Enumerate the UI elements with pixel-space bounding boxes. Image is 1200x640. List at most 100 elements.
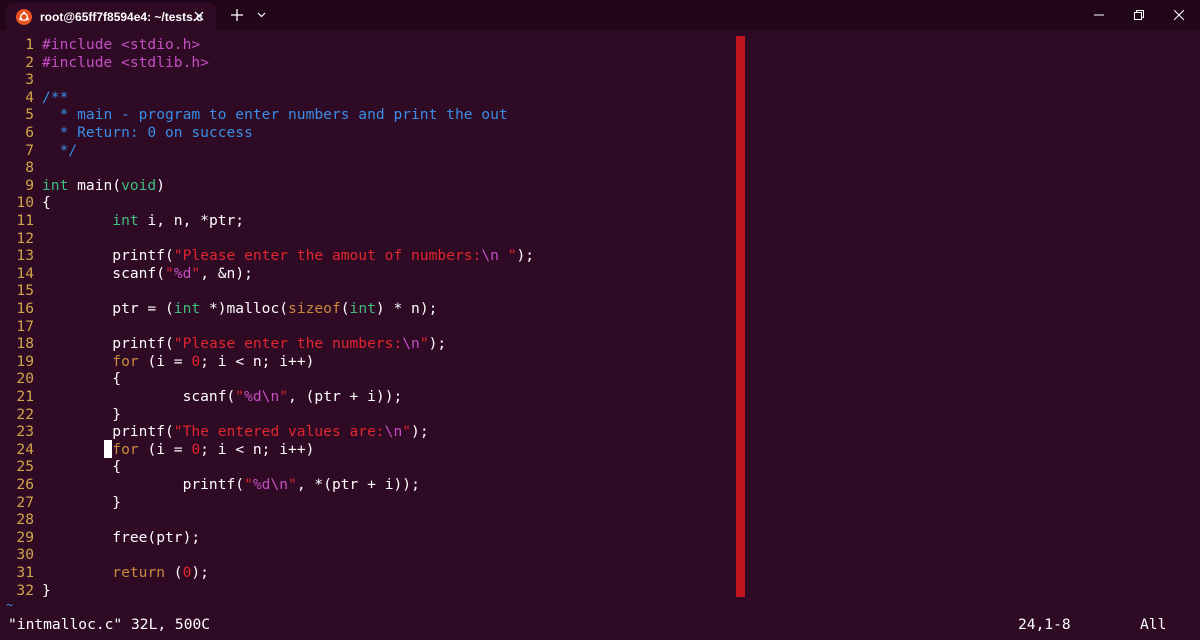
code-line[interactable]: 12 [0,230,42,248]
code-token: ); [191,564,209,581]
empty-line-tilde: ~ [6,598,14,612]
code-token: { [42,194,51,212]
code-token: , &n); [200,264,253,282]
code-line[interactable]: 23 printf("The entered values are:\n"); [0,423,429,441]
line-number: 24 [16,440,34,458]
code-token: (i = [138,352,192,370]
code-line[interactable]: 15 [0,282,42,300]
line-number: 29 [16,528,34,546]
code-token: ( [165,564,183,581]
code-token: 0 [191,352,201,370]
code-line[interactable]: 30 [0,546,42,564]
code-line[interactable]: 28 [0,511,42,529]
line-number: 19 [16,352,34,370]
code-token: " [402,423,412,441]
line-number: 10 [16,194,34,212]
code-line[interactable]: 19 for (i = 0; i < n; i++) [0,353,314,371]
code-token: printf( [42,335,174,353]
code-line[interactable]: 20 { [0,370,121,388]
code-token: %d\n [252,476,289,493]
code-token: ); [411,423,429,441]
code-token: ; i < n; i++) [200,440,315,458]
code-token: "Please enter the amout of numbers: [173,247,482,265]
code-line[interactable]: 6 * Return: 0 on success [0,124,253,142]
line-number: 8 [25,159,34,177]
code-line[interactable]: 16 ptr = (int *)malloc(sizeof(int) * n); [0,300,437,318]
code-token: " [244,476,253,493]
code-line[interactable]: 17 [0,318,42,336]
code-token: ); [428,335,447,353]
line-number: 27 [16,493,34,511]
code-line[interactable]: 9 int main(void) [0,177,165,195]
plus-icon[interactable] [228,6,246,24]
code-line[interactable]: 1 #include <stdio.h> [0,36,200,54]
code-line[interactable]: 3 [0,71,42,89]
code-line[interactable]: 21 scanf("%d\n", (ptr + i)); [0,388,402,406]
status-line: "intmalloc.c" 32L, 500C 24,1-8 All [0,615,1200,635]
code-line[interactable]: 18 printf("Please enter the numbers:\n")… [0,335,446,353]
code-line[interactable]: 25 { [0,458,121,476]
code-token: %d\n [244,388,280,405]
code-token: ptr = ( [42,300,174,317]
line-number: 22 [16,405,34,423]
code-token: " [279,388,289,405]
terminal-tab[interactable]: root@65ff7f8594e4: ~/tests.c [6,3,216,30]
code-line[interactable]: 13 printf("Please enter the amout of num… [0,247,534,265]
code-token: 0 [191,440,201,458]
code-token: */ [42,141,78,159]
code-line[interactable]: 14 scanf("%d", &n); [0,264,253,283]
code-token: for [112,352,139,370]
line-number: 14 [16,264,34,282]
code-token: " [191,264,201,282]
line-number: 23 [16,423,34,441]
code-token: ); [516,247,535,265]
code-token: (i = [138,440,192,458]
code-token: } [42,581,51,599]
code-token: i, n, *ptr; [138,212,245,229]
code-line[interactable]: 8 [0,159,42,177]
code-line[interactable]: 4 /** [0,89,68,107]
line-number: 28 [16,511,34,529]
code-token: /** [42,88,69,106]
code-line[interactable]: 26 printf("%d\n", *(ptr + i)); [0,476,419,494]
code-line[interactable]: 10 { [0,194,51,212]
code-token: int [349,300,376,317]
code-token: int [112,212,139,229]
code-line[interactable]: 2 #include <stdlib.h> [0,54,209,72]
code-token: , (ptr + i)); [288,388,403,405]
line-number: 3 [25,71,34,89]
line-number: 1 [25,36,34,53]
chevron-down-icon[interactable] [254,8,268,22]
code-token: * Return: 0 on success [42,124,253,141]
code-token: printf( [42,247,174,265]
code-line[interactable]: 7 */ [0,142,77,160]
code-line[interactable]: 32} [0,581,51,600]
line-number: 9 [25,176,34,194]
code-token: sizeof [288,300,341,317]
code-line[interactable]: 11 int i, n, *ptr; [0,212,244,230]
close-icon[interactable] [190,7,208,25]
window-close-icon[interactable] [1156,0,1200,30]
line-number: 30 [16,546,34,564]
code-token: \n [384,423,403,441]
text-cursor [104,440,112,458]
line-number: 20 [16,370,34,388]
code-token: " [288,476,297,493]
code-token: " [419,335,429,353]
code-line[interactable]: 22 } [0,406,121,424]
line-number: 4 [25,88,34,106]
code-line[interactable]: 29 free(ptr); [0,529,200,547]
code-token: } [42,405,122,423]
code-line[interactable]: 31 return (0); [0,564,209,582]
line-number: 13 [16,247,34,265]
code-line[interactable]: 5 * main - program to enter numbers and … [0,106,507,124]
cursor-position: 24,1-8 [1018,616,1071,633]
file-info: "intmalloc.c" 32L, 500C [8,616,211,633]
code-line[interactable]: 24 for (i = 0; i < n; i++) [0,441,314,459]
line-number: 15 [16,282,34,300]
line-number: 26 [16,476,34,493]
line-number: 25 [16,458,34,476]
code-line[interactable]: 27 } [0,494,121,512]
